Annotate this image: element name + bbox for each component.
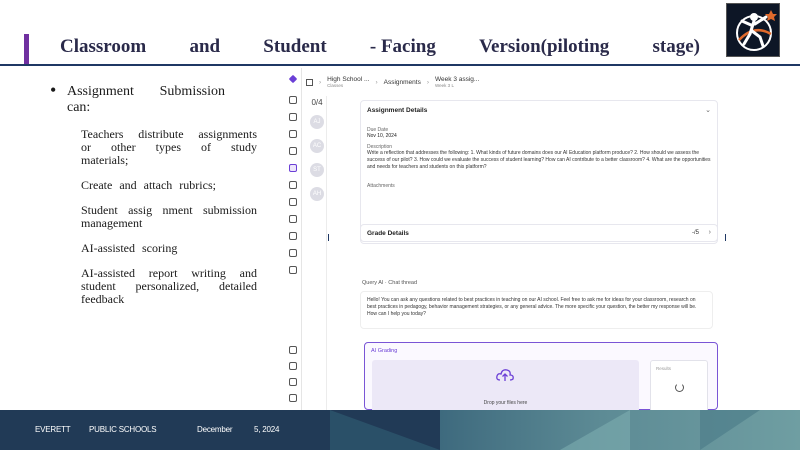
app-icon-rail: [284, 68, 302, 410]
loading-spinner-icon: [675, 383, 684, 392]
chevron-down-icon[interactable]: ⌄: [705, 106, 711, 114]
logo-figure-icon: [736, 10, 777, 51]
chevron-right-icon[interactable]: ›: [709, 229, 711, 236]
chart-icon[interactable]: [289, 249, 297, 257]
title-word: Student: [263, 36, 327, 57]
student-avatar[interactable]: ST: [310, 163, 324, 177]
sub-bullet: AI-assisted scoring: [81, 241, 178, 255]
submission-count: 0/4: [311, 98, 323, 107]
library-icon[interactable]: [289, 346, 297, 354]
tools-icon[interactable]: [289, 215, 297, 223]
student-avatar[interactable]: AC: [310, 139, 324, 153]
book-icon[interactable]: [289, 147, 297, 155]
chevron-right-icon: ›: [375, 78, 378, 86]
clipboard-icon[interactable]: [289, 181, 297, 189]
header-divider: [0, 64, 800, 66]
title-word: Version(piloting: [479, 36, 610, 57]
footer-org: EVERETT: [35, 425, 71, 434]
breadcrumb-item[interactable]: High School ... Classes: [327, 76, 369, 88]
attachments-label: Attachments: [367, 183, 395, 189]
footer-date: 5, 2024: [254, 425, 280, 434]
edge-marker: [725, 234, 726, 241]
breadcrumb-sublabel: Classes: [327, 83, 344, 88]
sub-bullet: Student assig nment submission managemen…: [81, 203, 257, 230]
footer-month: December: [197, 425, 233, 434]
breadcrumb: › High School ... Classes › Assignments …: [306, 72, 479, 92]
description-text: Write a reflection that addresses the fo…: [367, 150, 711, 170]
main-bullet-word: Submission: [159, 84, 225, 99]
chat-label: Query AI · Chat thread: [362, 280, 418, 286]
home-icon[interactable]: [306, 78, 313, 86]
breadcrumb-label: Week 3 assig...: [435, 76, 480, 83]
breadcrumb-label: High School ...: [327, 76, 370, 83]
breadcrumb-item[interactable]: Assignments: [384, 79, 421, 86]
student-avatar[interactable]: AH: [310, 187, 324, 201]
settings-icon[interactable]: [289, 266, 297, 274]
title-word: Classroom: [60, 36, 147, 57]
footer-org: PUBLIC SCHOOLS: [89, 425, 157, 434]
grade-details-title: Grade Details: [367, 230, 409, 237]
column-divider: [326, 96, 327, 410]
ai-grading-panel: AI Grading Drop your files here Results: [364, 342, 718, 410]
cloud-upload-icon: [496, 369, 514, 381]
title-word: and: [189, 36, 221, 57]
results-title: Results: [656, 366, 672, 371]
grade-details-card[interactable]: Grade Details -/5 ›: [360, 224, 718, 242]
wand-icon[interactable]: [289, 96, 297, 104]
document-icon[interactable]: [289, 113, 297, 121]
puzzle-icon[interactable]: [289, 232, 297, 240]
assignments-icon[interactable]: [289, 164, 297, 172]
sub-bullet: Create and attach rubrics;: [81, 178, 216, 192]
breadcrumb-sublabel: Week 3 L: [435, 83, 454, 88]
title-word: - Facing: [369, 36, 436, 57]
title-word: stage): [652, 36, 700, 57]
school-logo: [726, 3, 780, 57]
grade-score: -/5: [691, 230, 699, 236]
chevron-right-icon: ›: [426, 78, 430, 86]
title-accent-bar: [24, 34, 29, 64]
submission-list: 0/4 AJ AC ST AH: [306, 98, 328, 211]
bullet-list: Assignment Submission can: Teachers dist…: [50, 82, 262, 318]
main-bullet-line2: can:: [67, 100, 91, 115]
dropzone-text: Drop your files here: [483, 400, 528, 406]
grid-icon[interactable]: [289, 198, 297, 206]
help-icon[interactable]: [289, 362, 297, 370]
footer-decoration: [330, 410, 440, 450]
footer-decoration: [700, 410, 760, 450]
chevron-right-icon: ›: [319, 78, 322, 86]
users-icon[interactable]: [289, 130, 297, 138]
main-bullet-word: Assignment: [67, 84, 134, 99]
assignment-details-title: Assignment Details: [367, 107, 428, 114]
main-bullet: Assignment Submission can:: [50, 82, 262, 116]
app-screenshot: › High School ... Classes › Assignments …: [284, 68, 754, 410]
file-dropzone[interactable]: Drop your files here: [372, 360, 639, 410]
due-date-value: Nov 10, 2024: [367, 133, 397, 139]
slide-title: Classroom and Student - Facing Version(p…: [60, 36, 700, 58]
chat-message: Hello! You can ask any questions related…: [360, 291, 713, 329]
footer-decoration: [560, 410, 630, 450]
app-logo-icon[interactable]: [288, 74, 298, 84]
edge-marker: [328, 234, 329, 241]
profile-icon[interactable]: [289, 378, 297, 386]
breadcrumb-label: Assignments: [383, 78, 421, 86]
logout-icon[interactable]: [289, 394, 297, 402]
breadcrumb-item[interactable]: Week 3 assig... Week 3 L: [435, 76, 479, 88]
assignment-details-card: Assignment Details ⌄ Due Date Nov 10, 20…: [360, 100, 718, 244]
student-avatar[interactable]: AJ: [310, 115, 324, 129]
slide-header: Classroom and Student - Facing Version(p…: [0, 0, 800, 66]
sub-bullet-list: Teachers distribute assignments or other…: [81, 128, 257, 306]
sub-bullet: Teachers distribute assignments or other…: [81, 127, 257, 167]
sub-bullet: AI-assisted report writing and student p…: [81, 266, 257, 306]
results-card: Results: [650, 360, 708, 410]
ai-grading-title: AI Grading: [371, 348, 398, 354]
